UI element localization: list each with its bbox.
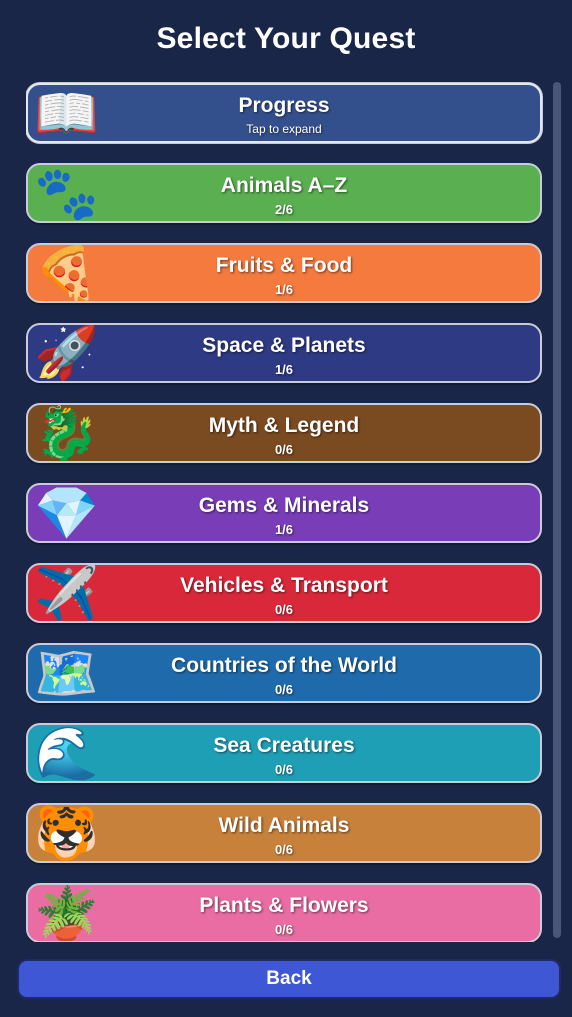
quest-card-progress: 0/6 [274, 922, 294, 937]
progress-hint: Tap to expand [246, 122, 322, 136]
quest-card-space-planets[interactable]: 🚀 Space & Planets 1/6 [26, 323, 542, 383]
quest-card-progress: 0/6 [274, 682, 294, 697]
back-button[interactable]: Back [17, 959, 561, 999]
quest-card-progress: 2/6 [274, 202, 294, 217]
quest-card-myth-legend[interactable]: 🐉 Myth & Legend 0/6 [26, 403, 542, 463]
quest-card-title: Fruits & Food [215, 254, 353, 277]
quest-card-title: Gems & Minerals [198, 494, 370, 517]
quest-card-countries-world[interactable]: 🗺️ Countries of the World 0/6 [26, 643, 542, 703]
quest-card-title: Plants & Flowers [199, 894, 369, 917]
page-title: Select Your Quest [156, 22, 416, 55]
quest-card-title: Space & Planets [202, 334, 366, 357]
quest-select-screen: Select Your Quest 📖 Progress Tap to expa… [0, 0, 572, 1017]
quest-card-progress: 1/6 [274, 522, 294, 537]
quest-card-progress: 1/6 [274, 282, 294, 297]
progress-card[interactable]: 📖 Progress Tap to expand [26, 83, 542, 143]
quest-card-fruits-food[interactable]: 🍕 Fruits & Food 1/6 [26, 243, 542, 303]
quest-card-plants-flowers[interactable]: 🪴 Plants & Flowers 0/6 [26, 883, 542, 942]
quest-card-progress: 0/6 [274, 602, 294, 617]
quest-card-title: Animals A–Z [220, 174, 348, 197]
quest-card-progress: 1/6 [274, 362, 294, 377]
quest-card-wild-animals[interactable]: 🐯 Wild Animals 0/6 [26, 803, 542, 863]
quest-card-title: Countries of the World [171, 654, 397, 677]
quest-card-progress: 0/6 [274, 442, 294, 457]
quest-card-animals-az[interactable]: 🐾 Animals A–Z 2/6 [26, 163, 542, 223]
quest-card-gems-minerals[interactable]: 💎 Gems & Minerals 1/6 [26, 483, 542, 543]
quest-card-progress: 0/6 [274, 762, 294, 777]
quest-card-title: Myth & Legend [208, 414, 360, 437]
quest-card-title: Vehicles & Transport [180, 574, 388, 597]
quest-card-title: Sea Creatures [213, 734, 355, 757]
quest-card-sea-creatures[interactable]: 🌊 Sea Creatures 0/6 [26, 723, 542, 783]
quest-card-vehicles-transport[interactable]: ✈️ Vehicles & Transport 0/6 [26, 563, 542, 623]
progress-label: Progress [238, 94, 330, 117]
quest-card-title: Wild Animals [218, 814, 350, 837]
quest-list[interactable]: 📖 Progress Tap to expand 🐾 Animals A–Z 2/6… [26, 80, 546, 942]
quest-card-progress: 0/6 [274, 842, 294, 857]
scrollbar[interactable] [553, 82, 561, 938]
